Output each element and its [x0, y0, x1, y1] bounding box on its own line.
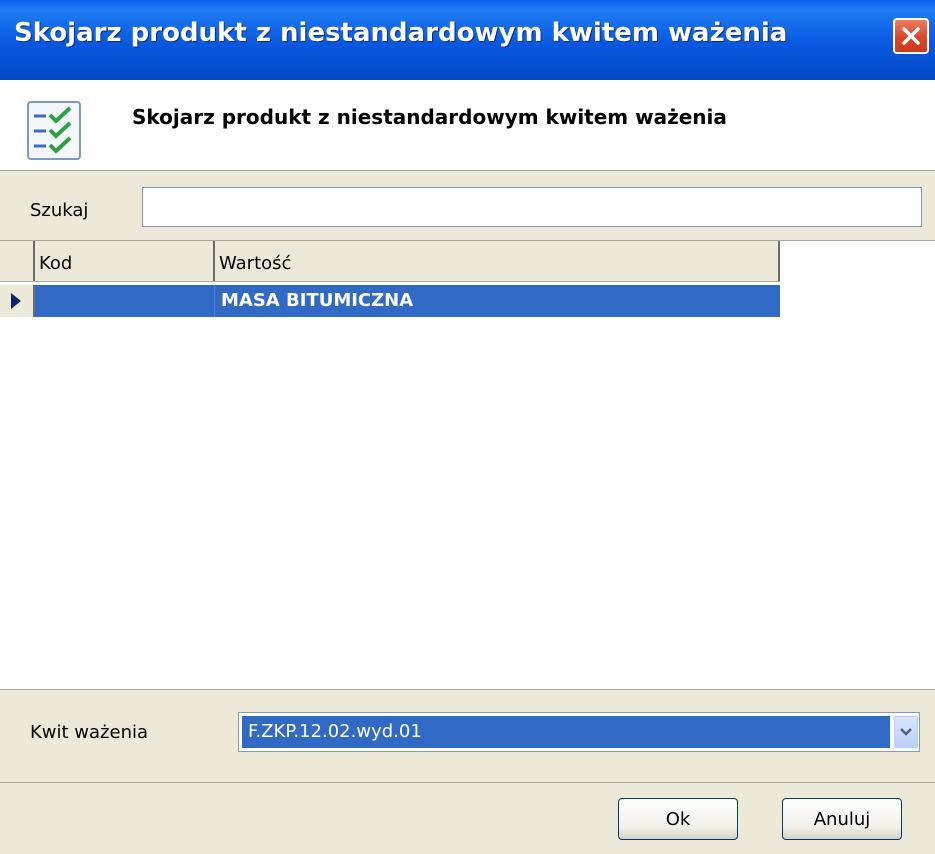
grid-header: Kod Wartość [0, 241, 780, 282]
row-selector[interactable] [0, 285, 35, 317]
cancel-button[interactable]: Anuluj [782, 798, 902, 840]
cell-kod[interactable] [35, 285, 215, 317]
close-button[interactable] [893, 18, 929, 54]
kwit-label: Kwit ważenia [30, 722, 149, 743]
column-header-wartosc[interactable]: Wartość [215, 241, 780, 281]
dialog-window: Skojarz produkt z niestandardowym kwitem… [0, 0, 935, 854]
product-grid: Kod Wartość MASA BITUMICZNA [0, 240, 935, 689]
search-input[interactable] [142, 187, 922, 227]
kwit-dropdown[interactable]: F.ZKP.12.02.wyd.01 [238, 712, 920, 752]
kwit-selected-value[interactable]: F.ZKP.12.02.wyd.01 [242, 716, 890, 748]
title-bar[interactable]: Skojarz produkt z niestandardowym kwitem… [0, 0, 935, 80]
kwit-row: Kwit ważenia F.ZKP.12.02.wyd.01 [0, 689, 935, 782]
table-row[interactable]: MASA BITUMICZNA [0, 285, 780, 317]
header-title: Skojarz produkt z niestandardowym kwitem… [132, 105, 727, 129]
chevron-down-icon [900, 728, 912, 736]
dialog-footer: Ok Anuluj [0, 782, 935, 854]
checklist-icon [27, 101, 81, 160]
dropdown-button[interactable] [894, 716, 918, 748]
current-row-arrow-icon [11, 293, 21, 309]
close-icon [902, 27, 920, 45]
window-title: Skojarz produkt z niestandardowym kwitem… [14, 18, 788, 48]
cell-wartosc[interactable]: MASA BITUMICZNA [215, 285, 780, 317]
dialog-header: Skojarz produkt z niestandardowym kwitem… [0, 80, 935, 171]
column-header-kod[interactable]: Kod [35, 241, 215, 281]
row-selector-header [0, 241, 35, 281]
search-label: Szukaj [30, 200, 89, 221]
search-row: Szukaj [0, 171, 935, 239]
ok-button[interactable]: Ok [618, 798, 738, 840]
